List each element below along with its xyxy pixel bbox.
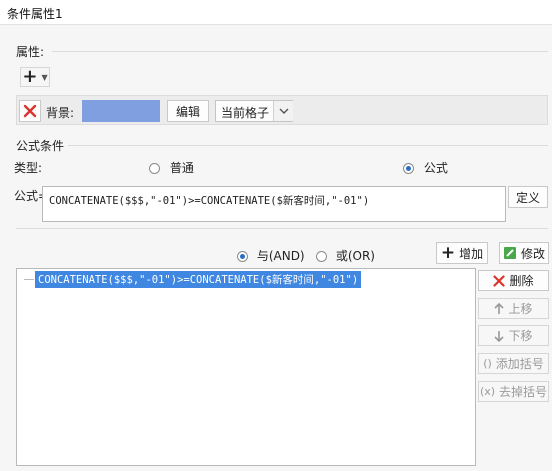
move-up-label: 上移: [508, 302, 533, 316]
add-brackets-label: 添加括号: [495, 357, 544, 371]
attributes-divider: [52, 51, 548, 52]
formula-input-value: CONCATENATE($$$,"-01")>=CONCATENATE($新客时…: [49, 195, 370, 207]
type-option-normal[interactable]: 普通: [149, 159, 194, 176]
add-condition-button[interactable]: + 增加: [436, 242, 488, 264]
formula-condition-section-label: 公式条件: [16, 139, 65, 153]
conditions-divider: [16, 228, 548, 229]
list-item[interactable]: CONCATENATE($$$,"-01")>=CONCATENATE($新客时…: [35, 271, 362, 288]
type-option-formula[interactable]: 公式: [403, 159, 448, 176]
scope-select-value: 当前格子: [221, 106, 270, 120]
conditions-list[interactable]: CONCATENATE($$$,"-01")>=CONCATENATE($新客时…: [16, 268, 476, 466]
plus-icon: +: [22, 66, 38, 87]
logic-option-or[interactable]: 或(OR): [316, 247, 375, 264]
edit-background-button[interactable]: 编辑: [167, 100, 209, 122]
remove-brackets-button[interactable]: (x) 去掉括号: [478, 381, 549, 402]
tree-connector: [24, 279, 34, 280]
remove-background-button[interactable]: [19, 100, 41, 122]
close-icon: [493, 274, 506, 287]
logic-or-radio[interactable]: [316, 251, 327, 262]
brackets-icon: (): [483, 357, 492, 370]
delete-condition-label: 删除: [509, 274, 534, 288]
remove-brackets-icon: (x): [479, 385, 496, 398]
scope-select[interactable]: 当前格子: [215, 100, 293, 122]
window-title: 条件属性1: [7, 7, 63, 21]
window-title-bar: 条件属性1: [0, 0, 552, 25]
add-brackets-button[interactable]: () 添加括号: [478, 353, 549, 374]
logic-and-label: 与(AND): [256, 249, 305, 263]
formula-condition-divider: [68, 145, 548, 146]
add-attribute-dropdown-button[interactable]: + ▼: [20, 67, 50, 87]
move-down-button[interactable]: 下移: [478, 325, 549, 346]
chevron-down-icon: ▼: [41, 72, 48, 82]
delete-condition-button[interactable]: 删除: [478, 270, 549, 291]
logic-option-and[interactable]: 与(AND): [237, 247, 305, 264]
plus-icon: +: [440, 243, 456, 263]
type-normal-label: 普通: [169, 161, 194, 175]
modify-condition-button[interactable]: 修改: [499, 242, 549, 264]
arrow-up-icon: [494, 302, 505, 314]
type-normal-radio[interactable]: [149, 163, 160, 174]
chevron-down-icon[interactable]: [273, 101, 293, 121]
type-formula-radio[interactable]: [403, 163, 414, 174]
close-icon: [23, 104, 37, 118]
logic-or-label: 或(OR): [335, 249, 375, 263]
type-formula-label: 公式: [423, 161, 448, 175]
background-color-swatch[interactable]: [82, 100, 160, 122]
arrow-down-icon: [494, 330, 505, 342]
move-up-button[interactable]: 上移: [478, 298, 549, 319]
edit-icon: [503, 247, 516, 259]
attributes-section-label: 属性:: [16, 45, 45, 59]
type-label: 类型:: [14, 161, 43, 175]
background-label: 背景:: [46, 106, 75, 120]
remove-brackets-label: 去掉括号: [499, 385, 548, 399]
formula-input[interactable]: CONCATENATE($$$,"-01")>=CONCATENATE($新客时…: [42, 186, 506, 222]
logic-and-radio[interactable]: [237, 251, 248, 262]
move-down-label: 下移: [508, 329, 533, 343]
define-formula-button[interactable]: 定义: [508, 186, 548, 208]
add-condition-label: 增加: [459, 246, 484, 261]
modify-condition-label: 修改: [520, 246, 545, 261]
